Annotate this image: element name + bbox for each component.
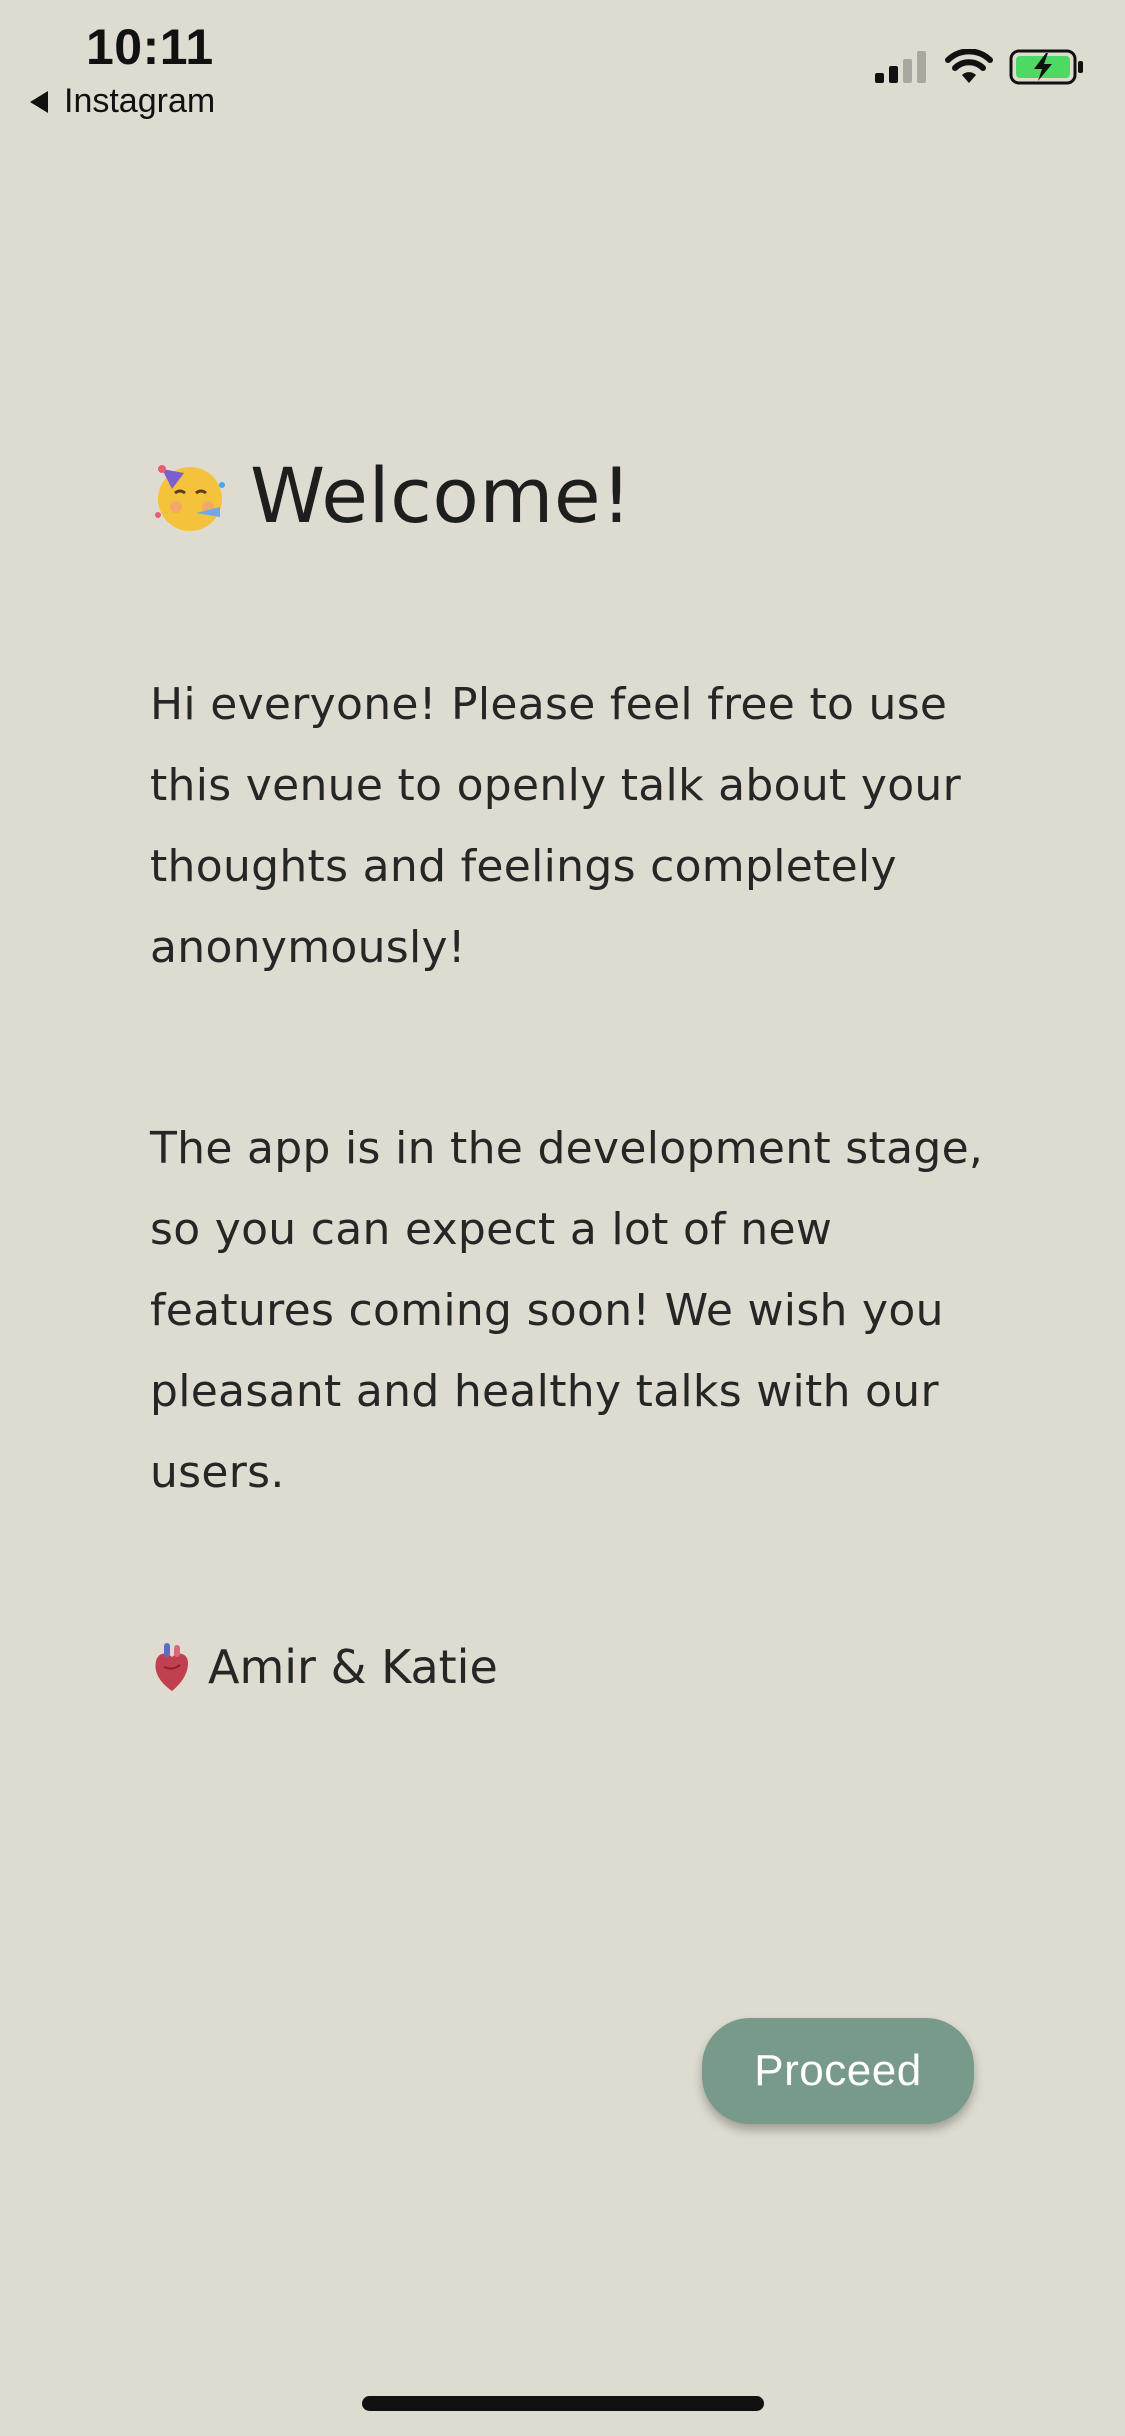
status-icons [873, 48, 1085, 86]
welcome-content: Welcome! Hi everyone! Please feel free t… [150, 440, 1000, 1695]
proceed-button[interactable]: Proceed [702, 2018, 974, 2124]
page-title: Welcome! [250, 450, 633, 540]
title-row: Welcome! [150, 440, 1000, 550]
signature-text: Amir & Katie [208, 1640, 498, 1694]
cellular-signal-icon [875, 51, 926, 83]
partying-face-icon [155, 465, 225, 531]
development-paragraph: The app is in the development stage, so … [150, 1123, 984, 1498]
home-indicator[interactable] [362, 2396, 764, 2411]
back-triangle-icon [30, 90, 48, 113]
battery-charging-icon [1009, 49, 1083, 85]
anatomical-heart-icon [155, 1643, 188, 1691]
intro-paragraph: Hi everyone! Please feel free to use thi… [150, 679, 962, 973]
status-time: 10:11 [86, 19, 214, 75]
back-to-app-button[interactable]: Instagram [30, 82, 215, 121]
wifi-icon [945, 49, 993, 83]
signature: Amir & Katie [150, 1640, 498, 1694]
back-app-label: Instagram [64, 82, 216, 120]
